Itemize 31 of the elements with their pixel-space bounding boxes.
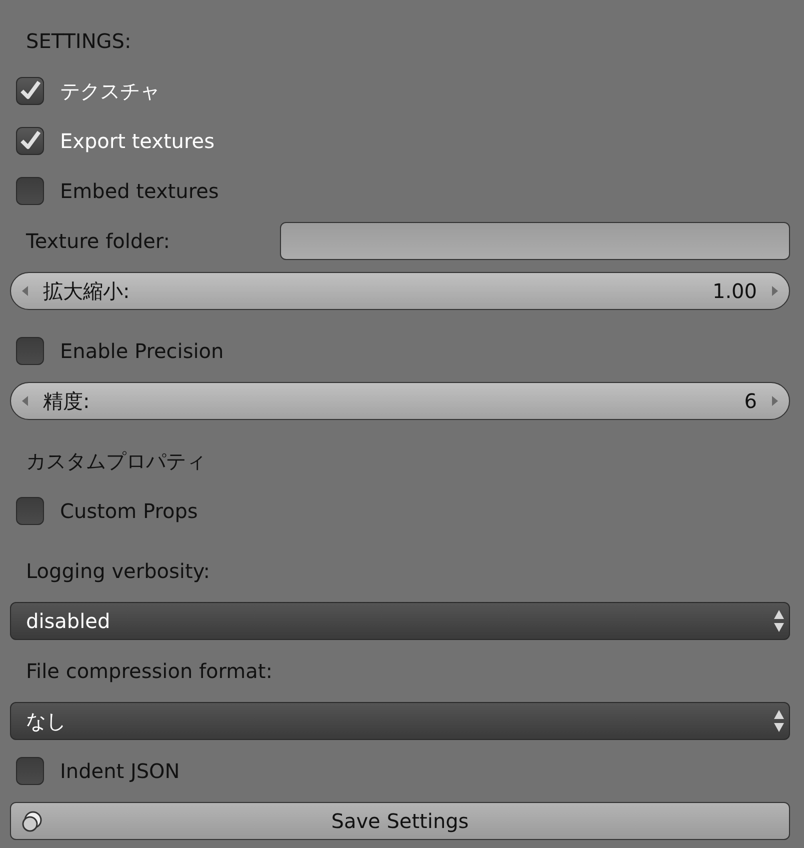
number-label: 拡大縮小: (43, 278, 130, 305)
checkbox-label: Custom Props (60, 498, 198, 525)
checkbox-label: Indent JSON (60, 758, 180, 785)
dropdown[interactable]: disabled (10, 602, 790, 640)
checkbox[interactable] (16, 757, 44, 785)
section-label: File compression format: (25, 658, 272, 685)
section-label: SETTINGS: (25, 28, 132, 55)
checkbox[interactable] (16, 177, 44, 205)
checkbox-label: Export textures (60, 128, 214, 155)
section-label: Logging verbosity: (25, 558, 210, 585)
number-field[interactable]: 拡大縮小: 1.00 (10, 272, 790, 310)
checkbox[interactable] (16, 127, 44, 155)
checkbox[interactable] (16, 497, 44, 525)
number-value: 1.00 (712, 278, 757, 305)
section-label: カスタムプロパティ (25, 448, 206, 475)
number-field[interactable]: 精度: 6 (10, 382, 790, 420)
checkbox-label: Embed textures (60, 178, 219, 205)
increment-arrow-icon[interactable] (771, 395, 779, 407)
field-label: Texture folder: (25, 228, 172, 255)
number-value: 6 (744, 388, 757, 415)
checkbox-label: Enable Precision (60, 338, 224, 365)
decrement-arrow-icon[interactable] (21, 285, 29, 297)
save-button[interactable]: Save Settings (10, 802, 790, 840)
increment-arrow-icon[interactable] (771, 285, 779, 297)
dropdown[interactable]: なし (10, 702, 790, 740)
text-field[interactable] (280, 222, 790, 260)
checkbox[interactable] (16, 77, 44, 105)
checkbox-label: テクスチャ (60, 78, 160, 105)
number-label: 精度: (43, 388, 90, 415)
decrement-arrow-icon[interactable] (21, 395, 29, 407)
checkbox[interactable] (16, 337, 44, 365)
